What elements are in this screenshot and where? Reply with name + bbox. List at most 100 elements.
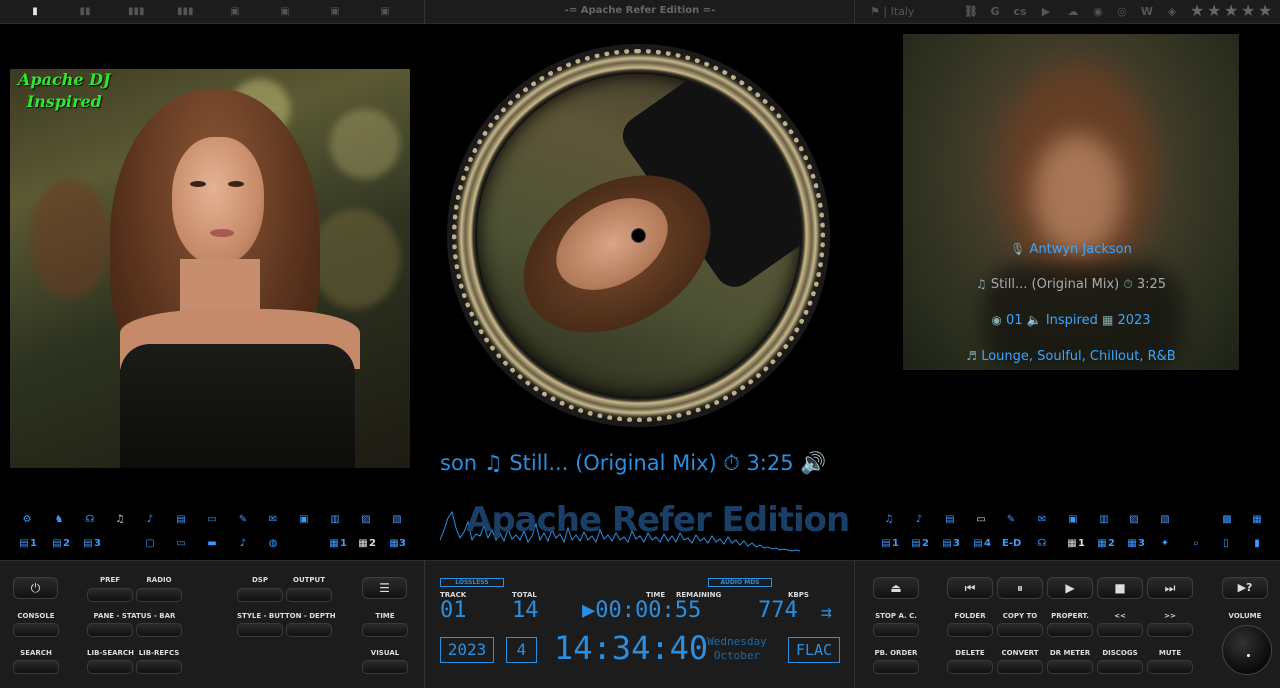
dancer-icon[interactable]: ♞ <box>53 514 65 526</box>
eject-button[interactable]: ⏏ <box>873 577 919 599</box>
layout-4-icon[interactable]: ▮▮▮ <box>177 6 194 18</box>
document-icon[interactable]: ▤ <box>175 514 187 526</box>
lib-search-button[interactable] <box>87 660 133 674</box>
list-1-label[interactable]: 1 <box>30 538 37 550</box>
convert-button[interactable] <box>997 660 1043 674</box>
repeat-icon[interactable]: ⇉ <box>821 604 832 622</box>
layout-3-icon[interactable]: ▮▮▮ <box>128 6 145 18</box>
screen-icon[interactable]: ▭ <box>206 514 218 526</box>
shazam-icon[interactable]: ◈ <box>1165 5 1179 19</box>
qr-2-label[interactable]: 2 <box>369 538 376 550</box>
star-icon[interactable]: ★ <box>1258 3 1274 19</box>
qr-1-label[interactable]: 1 <box>1078 538 1085 550</box>
edit-icon[interactable]: ✎ <box>237 514 249 526</box>
info-genres[interactable]: ♬ Lounge, Soulful, Chillout, R&B <box>903 349 1239 364</box>
play-button[interactable]: ▶ <box>1047 577 1093 599</box>
list-icon[interactable]: ▤ <box>880 538 892 550</box>
copy-to-button[interactable] <box>997 623 1043 637</box>
qr-icon[interactable]: ▦ <box>1126 538 1138 550</box>
help-button[interactable]: ▶? <box>1222 577 1268 599</box>
list-2-label[interactable]: 2 <box>922 538 929 550</box>
qr-1-label[interactable]: 1 <box>340 538 347 550</box>
playback-order-button[interactable] <box>873 660 919 674</box>
status-bar-button[interactable] <box>136 623 182 637</box>
film-icon[interactable]: ▩ <box>1221 514 1233 526</box>
previous-button[interactable]: ⏮ <box>947 577 993 599</box>
document-icon[interactable]: ▤ <box>944 514 956 526</box>
settings-icon[interactable]: ⚙ <box>21 514 33 526</box>
vinyl-disc[interactable] <box>447 44 830 427</box>
gallery-icon[interactable]: ▧ <box>1159 514 1171 526</box>
qr-icon[interactable]: ▦ <box>328 538 340 550</box>
star-icon[interactable]: ★ <box>1190 3 1206 19</box>
seek-back-button[interactable] <box>1097 623 1143 637</box>
edit-icon[interactable]: ✎ <box>1005 514 1017 526</box>
pane-button[interactable] <box>87 623 133 637</box>
layout-2-icon[interactable]: ▮▮ <box>79 6 91 18</box>
headphones-icon[interactable]: ☊ <box>84 514 96 526</box>
dr-meter-button[interactable] <box>1047 660 1093 674</box>
output-button[interactable] <box>286 588 332 602</box>
pin-icon[interactable]: ✦ <box>1159 538 1171 550</box>
box-icon[interactable]: ▣ <box>1067 514 1079 526</box>
stop-button[interactable]: ■ <box>1097 577 1143 599</box>
menu-button[interactable]: ☰ <box>362 577 407 599</box>
list-icon[interactable]: ▤ <box>910 538 922 550</box>
star-icon[interactable]: ★ <box>1224 3 1240 19</box>
layout-6-icon[interactable]: ▣ <box>279 6 291 18</box>
mute-button[interactable] <box>1147 660 1193 674</box>
basket-icon[interactable]: ▥ <box>1098 514 1110 526</box>
volume-knob[interactable] <box>1222 625 1272 675</box>
ed-label[interactable]: E-D <box>1002 538 1021 550</box>
pause-button[interactable]: ⏸ <box>997 577 1043 599</box>
delete-button[interactable] <box>947 660 993 674</box>
info-artist[interactable]: 🎙 Antwyn Jackson <box>903 242 1239 257</box>
layout-5-icon[interactable]: ▣ <box>229 6 241 18</box>
google-icon[interactable]: G <box>988 5 1002 19</box>
next-button[interactable]: ⏭ <box>1147 577 1193 599</box>
search-icon[interactable]: ⌕ <box>1190 538 1202 550</box>
guitar-icon[interactable]: ♪ <box>237 538 249 550</box>
list-icon[interactable]: ▤ <box>972 538 984 550</box>
list-3-label[interactable]: 3 <box>953 538 960 550</box>
properties-button[interactable] <box>1047 623 1093 637</box>
list-icon[interactable]: ▤ <box>82 538 94 550</box>
youtube-icon[interactable]: ▶ <box>1039 5 1053 19</box>
power-button[interactable]: ⏻ <box>13 577 58 599</box>
album-cover[interactable]: Apache DJ Inspired <box>10 69 410 468</box>
folder-button[interactable] <box>947 623 993 637</box>
qr-2-label[interactable]: 2 <box>1108 538 1115 550</box>
basket-icon[interactable]: ▥ <box>329 514 341 526</box>
image-icon[interactable]: ▨ <box>1128 514 1140 526</box>
seek-forward-button[interactable] <box>1147 623 1193 637</box>
headphones-icon[interactable]: ☊ <box>1036 538 1048 550</box>
screen-icon[interactable]: ▭ <box>975 514 987 526</box>
mail-icon[interactable]: ✉ <box>267 514 279 526</box>
gallery-icon[interactable]: ▧ <box>391 514 403 526</box>
qr-3-label[interactable]: 3 <box>1138 538 1145 550</box>
layout-1-icon[interactable]: ▮ <box>29 6 41 18</box>
search-button[interactable] <box>13 660 59 674</box>
qr-3-label[interactable]: 3 <box>399 538 406 550</box>
music-icon[interactable]: ♫ <box>883 514 895 526</box>
depth-button[interactable] <box>286 623 332 637</box>
globe-icon[interactable]: ◍ <box>267 538 279 550</box>
dsp-button[interactable] <box>237 588 283 602</box>
pref-button[interactable] <box>87 588 133 602</box>
list-icon[interactable]: ▤ <box>51 538 63 550</box>
visual-button[interactable] <box>362 660 408 674</box>
printer-icon[interactable]: ▦ <box>1251 514 1263 526</box>
soundcloud-icon[interactable]: ☁ <box>1066 5 1080 19</box>
battery-icon[interactable]: ▮ <box>1251 538 1263 550</box>
star-icon[interactable]: ★ <box>1207 3 1223 19</box>
layout-7-icon[interactable]: ▣ <box>329 6 341 18</box>
info-album[interactable]: ◉ 01 🔈 Inspired ▦ 2023 <box>903 313 1239 328</box>
guitar-icon[interactable]: ♪ <box>913 514 925 526</box>
qr-icon[interactable]: ▦ <box>1096 538 1108 550</box>
list-2-label[interactable]: 2 <box>63 538 70 550</box>
box-icon[interactable]: ▣ <box>298 514 310 526</box>
list-3-label[interactable]: 3 <box>94 538 101 550</box>
link-icon[interactable]: ⛓ <box>964 5 978 19</box>
mail-icon[interactable]: ✉ <box>1036 514 1048 526</box>
style-button[interactable] <box>237 623 283 637</box>
